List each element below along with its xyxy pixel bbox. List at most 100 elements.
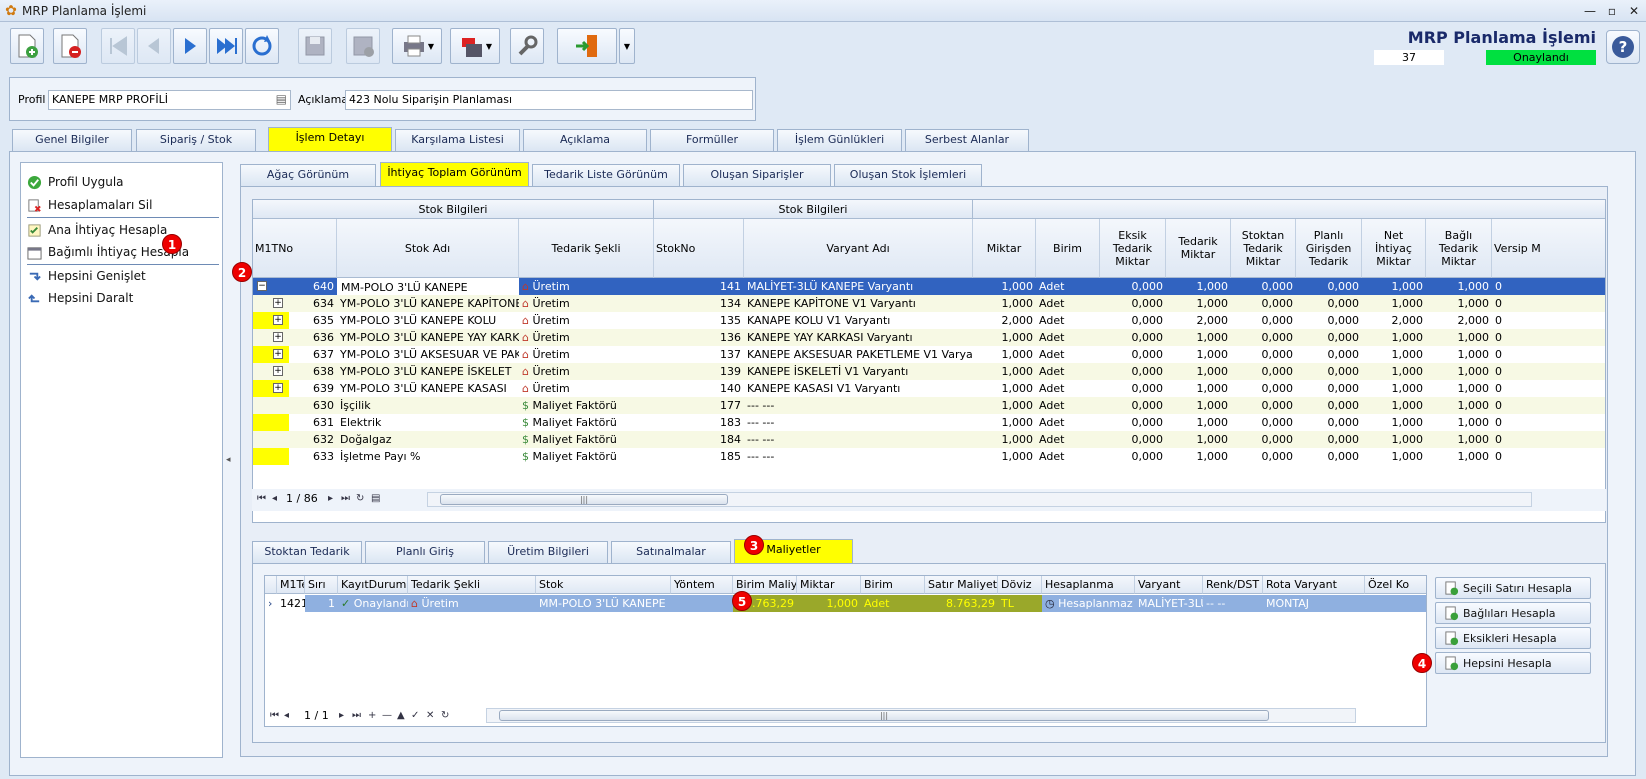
calc-all-button[interactable]: Hepsini Hesapla <box>1435 652 1591 674</box>
main-requirement-action[interactable]: Ana İhtiyaç Hesapla <box>27 221 167 239</box>
calc-linked-button[interactable]: Bağlıları Hesapla <box>1435 602 1591 624</box>
print-button[interactable]: ▼ <box>392 28 442 64</box>
col-quantity[interactable]: Miktar <box>797 576 861 594</box>
nav-first-icon[interactable]: ⏮ <box>270 710 279 721</box>
splitter-collapse-icon[interactable]: ◂ <box>226 455 231 465</box>
col-variant[interactable]: Varyant <box>1135 576 1203 594</box>
description-field[interactable]: 423 Nolu Siparişin Planlaması <box>345 90 753 110</box>
nav-next-icon[interactable]: ▸ <box>328 493 333 504</box>
nav-prev-icon[interactable]: ◂ <box>284 710 289 721</box>
nav-insert-icon[interactable]: + <box>368 710 376 721</box>
table-row[interactable]: 630 İşçilik $ Maliyet Faktörü 177 --- --- 1,0… <box>253 397 1605 414</box>
close-button[interactable]: ✕ <box>1623 2 1645 20</box>
col-route-variant[interactable]: Rota Varyant <box>1263 576 1365 594</box>
nav-refresh-icon[interactable]: ↻ <box>441 710 449 721</box>
col-unit[interactable]: Birim <box>861 576 925 594</box>
refresh-button[interactable] <box>245 28 279 64</box>
profile-field[interactable]: KANEPE MRP PROFİLİ ▤ <box>48 90 291 110</box>
col-version[interactable]: Versip M <box>1492 219 1605 278</box>
calc-selected-row-button[interactable]: Seçili Satırı Hesapla <box>1435 577 1591 599</box>
tab-serbest-alanlar[interactable]: Serbest Alanlar <box>905 129 1029 151</box>
col-special-code[interactable]: Özel Ko <box>1365 576 1426 594</box>
exit-button[interactable] <box>557 28 617 64</box>
col-unit[interactable]: Birim <box>1036 219 1100 278</box>
col-order[interactable]: Sırı <box>305 576 338 594</box>
col-m1te[interactable]: M1Te <box>277 576 305 594</box>
col-calculation[interactable]: Hesaplanma <box>1042 576 1135 594</box>
col-color-dst[interactable]: Renk/DST <box>1203 576 1263 594</box>
expand-node-icon[interactable]: + <box>273 298 283 308</box>
tab-siparis-stok[interactable]: Sipariş / Stok <box>136 129 256 151</box>
col-supply-type[interactable]: Tedarik Şekli <box>408 576 536 594</box>
export-pdf-button[interactable]: ▼ <box>450 28 500 64</box>
collapse-all-action[interactable]: Hepsini Daralt <box>27 289 133 307</box>
nav-edit-icon[interactable]: ▲ <box>397 710 405 721</box>
tab-islem-detayi[interactable]: İşlem Detayı <box>268 127 392 151</box>
exit-dropdown-button[interactable]: ▼ <box>619 28 635 64</box>
delete-record-button[interactable] <box>53 28 87 64</box>
expand-node-icon[interactable]: + <box>273 315 283 325</box>
col-stock[interactable]: Stok <box>536 576 671 594</box>
col-quantity[interactable]: Miktar <box>973 219 1036 278</box>
tab-islem-gunlukleri[interactable]: İşlem Günlükleri <box>777 129 902 151</box>
tab-supply-list-view[interactable]: Tedarik Liste Görünüm <box>532 164 680 186</box>
col-method[interactable]: Yöntem <box>671 576 733 594</box>
minimize-button[interactable]: — <box>1579 2 1601 20</box>
nav-refresh-icon[interactable]: ↻ <box>356 493 364 504</box>
nav-delete-icon[interactable]: — <box>382 710 392 721</box>
tab-requirement-total-view[interactable]: İhtiyaç Toplam Görünüm <box>380 162 529 186</box>
tab-purchases[interactable]: Satınalmalar <box>611 541 731 563</box>
expand-all-action[interactable]: Hepsini Genişlet <box>27 267 146 285</box>
table-row[interactable]: − 640 MM-POLO 3'LÜ KANEPE ⌂ Üretim 141 MALİYE… <box>253 278 1605 295</box>
tab-genel-bilgiler[interactable]: Genel Bilgiler <box>12 129 132 151</box>
nav-prev-icon[interactable]: ◂ <box>272 493 277 504</box>
col-variant-name[interactable]: Varyant Adı <box>744 219 973 278</box>
col-record-state[interactable]: KayıtDurumu <box>338 576 408 594</box>
scroll-thumb[interactable]: ||| <box>499 710 1269 721</box>
table-row[interactable]: +635 YM-POLO 3'LÜ KANEPE KOLU ⌂ Üretim 135 K… <box>253 312 1605 329</box>
table-row[interactable]: +637 YM-POLO 3'LÜ AKSESUAR VE PAKETLEM⌂ Ü… <box>253 346 1605 363</box>
expand-node-icon[interactable]: + <box>273 332 283 342</box>
col-planned-entry[interactable]: Planlı Girişden Tedarik <box>1296 219 1362 278</box>
tab-stock-supply[interactable]: Stoktan Tedarik <box>252 541 362 563</box>
col-supply-qty[interactable]: Tedarik Miktar <box>1166 219 1231 278</box>
prev-record-button[interactable] <box>137 28 171 64</box>
last-record-button[interactable] <box>209 28 243 64</box>
first-record-button[interactable] <box>101 28 135 64</box>
nav-last-icon[interactable]: ⏭ <box>352 710 361 721</box>
collapse-node-icon[interactable]: − <box>257 281 267 291</box>
col-supply-type[interactable]: Tedarik Şekli <box>519 219 654 278</box>
tab-aciklama[interactable]: Açıklama <box>523 129 647 151</box>
tab-tree-view[interactable]: Ağaç Görünüm <box>240 164 376 186</box>
table-row[interactable]: 631 Elektrik $ Maliyet Faktörü 183 --- --- 1,… <box>253 414 1605 431</box>
col-net-requirement[interactable]: Net İhtiyaç Miktar <box>1362 219 1426 278</box>
col-stock-no[interactable]: StokNo <box>654 219 744 278</box>
delete-calculations-action[interactable]: Hesaplamaları Sil <box>27 196 152 214</box>
nav-first-icon[interactable]: ⏮ <box>257 493 266 504</box>
nav-last-icon[interactable]: ⏭ <box>341 493 350 504</box>
table-row[interactable]: 632 Doğalgaz $ Maliyet Faktörü 184 --- --- 1,… <box>253 431 1605 448</box>
tab-created-orders[interactable]: Oluşan Siparişler <box>683 164 831 186</box>
new-record-button[interactable] <box>10 28 44 64</box>
settings-button[interactable] <box>510 28 544 64</box>
profile-apply-action[interactable]: Profil Uygula <box>27 173 124 191</box>
table-row[interactable]: +638 YM-POLO 3'LÜ KANEPE İSKELET ⌂ Üretim 1… <box>253 363 1605 380</box>
table-row[interactable]: +636 YM-POLO 3'LÜ KANEPE YAY KARKASI ⌂ Üre… <box>253 329 1605 346</box>
col-linked-supply[interactable]: Bağlı Tedarik Miktar <box>1426 219 1492 278</box>
save-button[interactable] <box>298 28 332 64</box>
lookup-icon[interactable]: ▤ <box>276 92 287 106</box>
col-m1tno[interactable]: M1TNo <box>253 219 337 278</box>
tab-production-info[interactable]: Üretim Bilgileri <box>488 541 608 563</box>
tab-created-stock-operations[interactable]: Oluşan Stok İşlemleri <box>834 164 982 186</box>
save-cancel-button[interactable] <box>346 28 380 64</box>
col-currency[interactable]: Döviz <box>998 576 1042 594</box>
tab-karsilama-listesi[interactable]: Karşılama Listesi <box>395 129 520 151</box>
tab-formuller[interactable]: Formüller <box>650 129 774 151</box>
tab-planned-entry[interactable]: Planlı Giriş <box>365 541 485 563</box>
nav-next-icon[interactable]: ▸ <box>339 710 344 721</box>
col-stock-name[interactable]: Stok Adı <box>337 219 519 278</box>
nav-list-icon[interactable]: ▤ <box>371 493 380 504</box>
expand-node-icon[interactable]: + <box>273 349 283 359</box>
col-from-stock[interactable]: Stoktan Tedarik Miktar <box>1231 219 1296 278</box>
col-missing-supply[interactable]: Eksik Tedarik Miktar <box>1100 219 1166 278</box>
